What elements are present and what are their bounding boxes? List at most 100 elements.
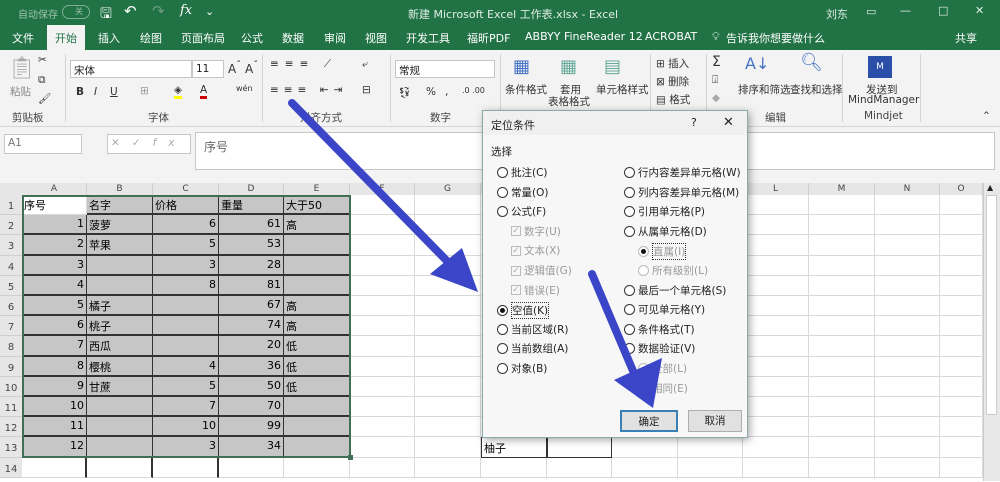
cell-E2[interactable]: 高: [284, 215, 350, 236]
cell-E9[interactable]: 低: [284, 356, 350, 377]
cell-E8[interactable]: 低: [284, 336, 350, 357]
conditional-format-icon[interactable]: ▦: [513, 56, 530, 77]
column-header-O[interactable]: O: [940, 183, 983, 195]
cell-B7[interactable]: 桃子: [87, 316, 153, 337]
option-l2[interactable]: 公式(F): [497, 204, 546, 219]
option-r2[interactable]: 引用单元格(P): [624, 204, 705, 219]
cell[interactable]: [415, 356, 481, 377]
cell[interactable]: [415, 417, 481, 438]
cell[interactable]: [743, 417, 809, 438]
cell-B4[interactable]: [87, 255, 153, 276]
row-header-4[interactable]: 4: [0, 255, 22, 276]
cell-B1[interactable]: 名字: [87, 195, 153, 216]
horizontal-align-icons[interactable]: ≡≡≡ ⇤⇥: [270, 84, 347, 96]
tab-draw[interactable]: 绘图: [140, 30, 162, 46]
row-header-3[interactable]: 3: [0, 235, 22, 256]
cell[interactable]: [350, 215, 415, 236]
radio-icon[interactable]: [624, 206, 635, 218]
radio-icon[interactable]: [624, 343, 635, 355]
cell[interactable]: [350, 316, 415, 337]
tab-home[interactable]: 开始: [47, 25, 85, 50]
option-l23[interactable]: 对象(B): [497, 361, 547, 376]
tab-view[interactable]: 视图: [365, 30, 387, 46]
italic-button[interactable]: I: [94, 86, 97, 98]
conditional-format-button[interactable]: 条件格式: [505, 82, 547, 97]
close-icon[interactable]: ✕: [975, 4, 984, 17]
sort-filter-icon[interactable]: A↓: [745, 54, 769, 73]
comma-button[interactable]: ,: [445, 86, 448, 98]
cell-C6[interactable]: [153, 296, 219, 317]
cell-B5[interactable]: [87, 275, 153, 296]
cell[interactable]: [875, 457, 940, 478]
cell-A7[interactable]: 6: [22, 316, 87, 337]
tab-formulas[interactable]: 公式: [241, 30, 263, 46]
cell-B6[interactable]: 橘子: [87, 296, 153, 317]
tab-acrobat[interactable]: ACROBAT: [645, 30, 697, 43]
cancel-button[interactable]: 取消: [688, 410, 742, 432]
cell-B3[interactable]: 苹果: [87, 235, 153, 256]
column-header-C[interactable]: C: [153, 183, 219, 195]
cell-E13[interactable]: [284, 437, 350, 458]
cell[interactable]: [809, 336, 875, 357]
cell-E7[interactable]: 高: [284, 316, 350, 337]
option-l1[interactable]: 常量(O): [497, 185, 548, 200]
cell[interactable]: [875, 437, 940, 458]
autosave-toggle[interactable]: 关: [62, 5, 90, 19]
option-r20[interactable]: 最后一个单元格(S): [624, 283, 726, 298]
number-format-select[interactable]: 常规: [395, 60, 495, 78]
cell[interactable]: [350, 356, 415, 377]
cell[interactable]: [415, 336, 481, 357]
cell-A3[interactable]: 2: [22, 235, 87, 256]
column-header-B[interactable]: B: [87, 183, 153, 195]
cell[interactable]: [809, 356, 875, 377]
share-button[interactable]: 共享: [955, 30, 977, 46]
cell-C13[interactable]: 3: [153, 437, 219, 458]
cell[interactable]: [678, 437, 743, 458]
vertical-scrollbar[interactable]: ▲: [983, 183, 1000, 481]
ok-button[interactable]: 确定: [620, 410, 678, 432]
cell[interactable]: [612, 457, 678, 478]
column-header-A[interactable]: A: [22, 183, 87, 195]
cell[interactable]: [743, 336, 809, 357]
tab-developer[interactable]: 开发工具: [406, 30, 450, 46]
radio-icon[interactable]: [624, 323, 635, 335]
cell[interactable]: [809, 215, 875, 236]
option-l20[interactable]: 空值(K): [497, 302, 550, 320]
cell[interactable]: [875, 195, 940, 216]
cell-B10[interactable]: 甘蔗: [87, 376, 153, 397]
cell[interactable]: [875, 316, 940, 337]
select-all-corner[interactable]: [0, 183, 22, 195]
row-header-7[interactable]: 7: [0, 316, 22, 337]
tab-data[interactable]: 数据: [282, 30, 304, 46]
cell-E5[interactable]: [284, 275, 350, 296]
font-color-icon[interactable]: A: [200, 84, 208, 99]
cell[interactable]: [743, 397, 809, 418]
option-r0[interactable]: 行内容差异单元格(W): [624, 165, 741, 180]
save-icon[interactable]: 🖫: [100, 3, 112, 27]
cell-C5[interactable]: 8: [153, 275, 219, 296]
cell-C3[interactable]: 5: [153, 235, 219, 256]
cell[interactable]: [415, 296, 481, 317]
cell[interactable]: [415, 457, 481, 478]
cell[interactable]: [481, 457, 547, 478]
cell[interactable]: [350, 275, 415, 296]
paste-icon[interactable]: 📋︎: [8, 56, 36, 81]
maximize-icon[interactable]: □: [938, 4, 948, 17]
row-header-13[interactable]: 13: [0, 437, 22, 458]
font-name-select[interactable]: 宋体: [70, 60, 192, 78]
redo-icon[interactable]: ↷: [152, 2, 165, 20]
column-header-N[interactable]: N: [875, 183, 940, 195]
radio-icon[interactable]: [624, 284, 635, 296]
clear-icon[interactable]: ◆: [712, 92, 720, 104]
tab-review[interactable]: 审阅: [324, 30, 346, 46]
row-header-2[interactable]: 2: [0, 215, 22, 236]
cell-E12[interactable]: [284, 417, 350, 438]
cell[interactable]: [350, 255, 415, 276]
cell-E3[interactable]: [284, 235, 350, 256]
cell-B2[interactable]: 菠萝: [87, 215, 153, 236]
tab-abbyy[interactable]: ABBYY FineReader 12: [525, 30, 643, 43]
cell-D1[interactable]: 重量: [219, 195, 284, 216]
cell[interactable]: [809, 316, 875, 337]
cell[interactable]: [743, 235, 809, 256]
row-header-9[interactable]: 9: [0, 356, 22, 377]
